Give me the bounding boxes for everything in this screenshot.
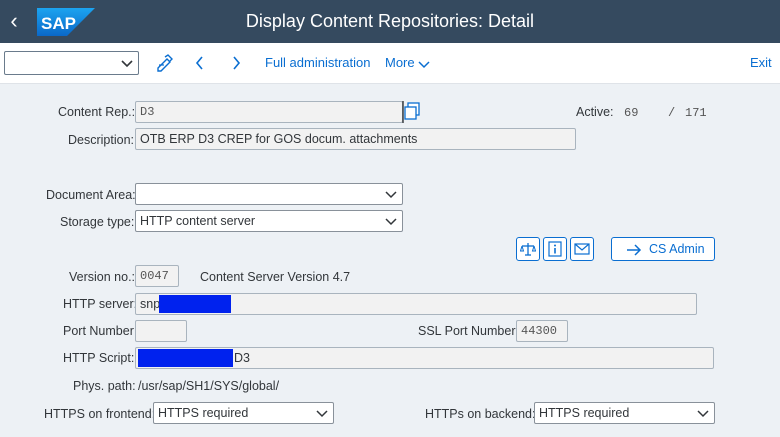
document-area-dropdown[interactable] [135, 183, 403, 205]
info-button[interactable] [543, 237, 567, 261]
phys-path-value: /usr/sap/SH1/SYS/global/ [138, 379, 280, 393]
info-icon [548, 241, 562, 257]
chevron-left-icon[interactable] [190, 53, 210, 73]
http-script-label: HTTP Script: [63, 351, 135, 365]
ssl-port-label: SSL Port Number: [418, 324, 519, 338]
content-rep-field[interactable]: D3 [135, 101, 403, 123]
port-number-field[interactable] [135, 320, 187, 342]
description-field[interactable]: OTB ERP D3 CREP for GOS docum. attachmen… [135, 128, 576, 150]
chevron-right-icon[interactable] [226, 53, 246, 73]
description-label: Description: [68, 133, 134, 147]
full-administration-button[interactable]: Full administration [265, 55, 371, 70]
version-description: Content Server Version 4.7 [200, 270, 351, 284]
chevron-down-icon [121, 60, 133, 68]
chevron-down-icon [385, 218, 397, 226]
redaction-block [159, 295, 231, 313]
phys-path-label: Phys. path: [73, 379, 136, 393]
storage-type-value: HTTP content server [140, 214, 256, 228]
active-label: Active: [576, 105, 614, 119]
cs-admin-button[interactable]: CS Admin [611, 237, 715, 261]
https-frontend-dropdown[interactable]: HTTPS required [153, 402, 334, 424]
total-count: 171 [685, 106, 707, 120]
ssl-port-field[interactable]: 44300 [516, 320, 568, 342]
cs-admin-label: CS Admin [649, 242, 705, 256]
https-backend-value: HTTPS required [539, 406, 630, 420]
http-server-label: HTTP server: [63, 297, 138, 311]
redaction-block [138, 349, 233, 367]
shell-bar: ‹ SAP Display Content Repositories: Deta… [0, 0, 780, 43]
envelope-icon [574, 243, 590, 255]
https-frontend-value: HTTPS required [158, 406, 249, 420]
content-rep-label: Content Rep.: [58, 105, 136, 119]
exit-button[interactable]: Exit [750, 55, 772, 70]
chevron-down-icon [385, 191, 397, 199]
copy-icon[interactable] [401, 100, 423, 124]
https-backend-label: HTTPs on backend: [425, 407, 536, 421]
https-frontend-label: HTTPS on frontend: [44, 407, 156, 421]
chevron-down-icon [418, 61, 430, 68]
command-select[interactable] [4, 51, 139, 75]
compare-button[interactable] [516, 237, 540, 261]
active-count: 69 [624, 106, 639, 120]
more-button[interactable]: More [385, 55, 430, 70]
edit-display-icon[interactable] [155, 53, 175, 73]
https-backend-dropdown[interactable]: HTTPS required [534, 402, 715, 424]
arrow-right-icon [627, 244, 642, 256]
storage-type-dropdown[interactable]: HTTP content server [135, 210, 403, 232]
page-title: Display Content Repositories: Detail [245, 11, 535, 31]
toolbar: Full administration More Exit [0, 43, 780, 84]
chevron-down-icon [697, 410, 709, 418]
document-area-label: Document Area: [46, 188, 136, 202]
more-label: More [385, 55, 415, 70]
chevron-down-icon [316, 410, 328, 418]
version-label: Version no.: [69, 270, 136, 284]
storage-type-label: Storage type: [60, 215, 135, 229]
mail-button[interactable] [570, 237, 594, 261]
port-number-label: Port Number: [63, 324, 138, 338]
version-field[interactable]: 0047 [135, 265, 179, 287]
balance-icon [520, 243, 536, 256]
active-separator: / [668, 106, 676, 120]
